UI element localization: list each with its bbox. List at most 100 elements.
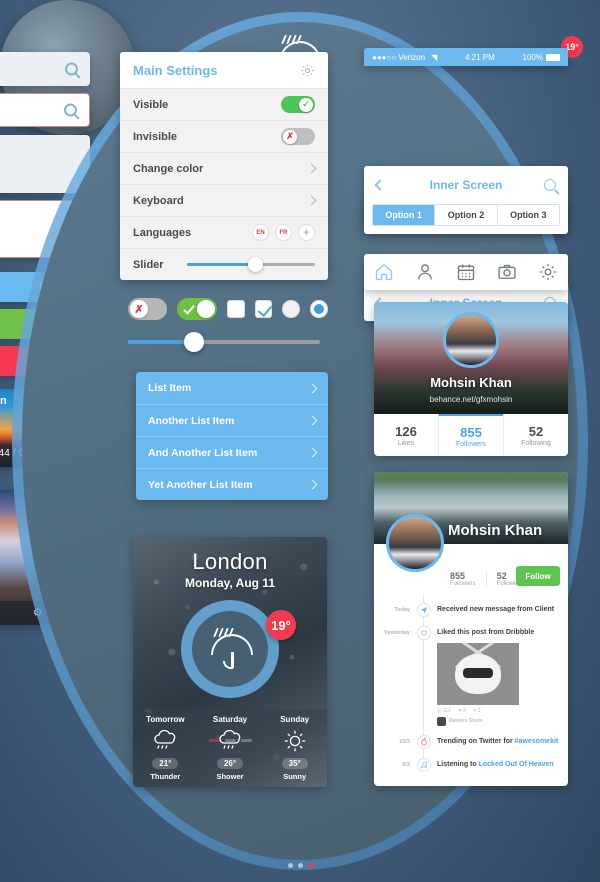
- toggle-switch-off[interactable]: ✗: [128, 298, 168, 320]
- clock-label: 4:21 PM: [464, 52, 495, 62]
- chevron-right-icon: [306, 163, 317, 174]
- search-icon[interactable]: [544, 179, 556, 191]
- cover-photo: Mohsin Khan behance.net/gfxmohsin: [374, 302, 568, 414]
- language-badges: EN FR +: [252, 224, 315, 241]
- settings-row-languages[interactable]: Languages EN FR +: [120, 216, 328, 248]
- screen-title: Inner Screen: [429, 178, 503, 192]
- slider-fill: [128, 340, 192, 344]
- forecast-temp: 35°: [281, 758, 308, 769]
- follow-button[interactable]: Follow: [516, 566, 560, 586]
- likes-count: ♥ 8: [458, 707, 466, 714]
- heart-icon: [417, 626, 431, 640]
- forecast-day: Saturday: [212, 715, 248, 724]
- big-slider-track[interactable]: [128, 332, 320, 352]
- toggle-switch-on[interactable]: [177, 298, 217, 320]
- home-icon[interactable]: [374, 262, 394, 282]
- feed-item[interactable]: 15/3 Trending on Twitter for #awesomekit: [382, 734, 560, 749]
- settings-row-change-color[interactable]: Change color: [120, 152, 328, 184]
- stat-followers[interactable]: 855 Followers: [438, 414, 503, 456]
- stat-label: Followers: [450, 581, 476, 587]
- feed-item[interactable]: Today Received new message from Client: [382, 602, 560, 617]
- toggle-visible[interactable]: ✓: [281, 96, 315, 113]
- feed-text: Received new message from Client: [437, 606, 555, 613]
- main-settings-panel: Main Settings Visible ✓ Invisible ✗ Chan…: [120, 52, 328, 280]
- weather-city: London: [0, 73, 600, 87]
- forecast-day: Sunday: [280, 715, 310, 724]
- settings-row-slider[interactable]: Slider: [120, 248, 328, 280]
- forecast-column[interactable]: Sunday 35° Sunny: [262, 709, 327, 787]
- tab-option-1[interactable]: Option 1: [373, 205, 435, 225]
- feed-item[interactable]: Yesterday Liked this post from Dribbble …: [382, 625, 560, 726]
- tab-option-3[interactable]: Option 3: [496, 205, 559, 225]
- stat-value: 126: [395, 423, 417, 439]
- feed-link[interactable]: #awesomekit: [515, 738, 559, 745]
- list-item[interactable]: List Item: [136, 372, 328, 404]
- weather-date: Monday, Aug 11: [184, 576, 275, 590]
- list-item-label: Another List Item: [148, 414, 235, 427]
- add-language-button[interactable]: +: [298, 224, 315, 241]
- radio-selected[interactable]: [310, 300, 328, 318]
- feed-text-body: Listening to: [437, 760, 479, 768]
- profile-name: Mohsin Khan: [430, 375, 512, 390]
- video-title: Sun: [0, 395, 7, 407]
- page-title: Main Settings: [133, 62, 218, 78]
- user-icon[interactable]: [415, 262, 435, 282]
- raiders-helmet-image[interactable]: [437, 642, 519, 705]
- feed-text-body: Trending on Twitter for: [437, 737, 515, 745]
- feed-text: Listening to Locked Out Of Heaven: [437, 757, 554, 770]
- battery-label: 100%: [522, 52, 543, 62]
- settings-row-keyboard[interactable]: Keyboard: [120, 184, 328, 216]
- settings-slider-track[interactable]: [187, 257, 315, 272]
- camera-icon[interactable]: [497, 262, 517, 282]
- settings-row-invisible[interactable]: Invisible ✗: [120, 120, 328, 152]
- chevron-left-icon[interactable]: [374, 179, 386, 191]
- author-avatar: [437, 716, 446, 726]
- radio-unselected[interactable]: [282, 300, 301, 318]
- checkbox-unchecked[interactable]: [226, 300, 245, 318]
- controls-row: ✗: [128, 298, 328, 320]
- segmented-control: Option 1 Option 2 Option 3: [372, 204, 560, 226]
- slider-knob[interactable]: [248, 257, 264, 272]
- feed-link[interactable]: Locked Out Of Heaven: [479, 761, 554, 768]
- toggle-knob: ✓: [299, 97, 313, 112]
- settings-row-visible[interactable]: Visible ✓: [120, 88, 328, 120]
- profile-card-1: Mohsin Khan behance.net/gfxmohsin 126 Li…: [374, 302, 568, 456]
- slider-knob[interactable]: [183, 332, 204, 352]
- toggle-invisible[interactable]: ✗: [281, 128, 315, 145]
- inner-screen-2: Inner Screen Option 1 Option 2 Option 3: [364, 166, 568, 234]
- forecast-column[interactable]: Tomorrow 21° Thunder: [133, 709, 198, 787]
- sun-icon: [283, 728, 307, 754]
- stat-value: 855: [460, 424, 482, 440]
- list-item[interactable]: Yet Another List Item: [136, 468, 328, 500]
- profile-name: Mohsin Khan: [448, 522, 543, 539]
- language-badge-fr[interactable]: FR: [275, 224, 292, 241]
- forecast-column[interactable]: Saturday 26° Shower: [198, 709, 263, 787]
- music-icon: [417, 757, 431, 772]
- weather-forecast: Tomorrow 21° Thunder Saturday 26° Shower…: [133, 709, 327, 787]
- list-item-label: Yet Another List Item: [148, 478, 253, 491]
- stat-following[interactable]: 52 Following: [503, 414, 568, 456]
- language-badge-en[interactable]: EN: [252, 224, 269, 241]
- search-field-2[interactable]: [0, 93, 90, 127]
- tab-option-2[interactable]: Option 2: [434, 205, 497, 225]
- calendar-icon[interactable]: [456, 262, 476, 282]
- feed-item[interactable]: 6/3 Listening to Locked Out Of Heaven: [382, 757, 560, 772]
- comments-count: ▾ 3: [473, 707, 481, 714]
- cloud-rain-icon: [217, 728, 243, 754]
- inner-screen-2-header: Inner Screen: [364, 166, 568, 204]
- gear-icon[interactable]: [300, 63, 315, 78]
- stat-value: 52: [528, 423, 544, 439]
- checkbox-checked[interactable]: [254, 300, 273, 318]
- chevron-right-icon: [307, 415, 318, 426]
- gear-icon[interactable]: [538, 262, 558, 282]
- row-label: Visible: [133, 98, 169, 111]
- cloud-rain-icon: [152, 728, 178, 754]
- list-item[interactable]: Another List Item: [136, 404, 328, 436]
- feed-text: Trending on Twitter for #awesomekit: [437, 734, 558, 747]
- list-item[interactable]: And Another List Item: [136, 436, 328, 468]
- image-author[interactable]: Raiders Shots: [437, 716, 534, 726]
- forecast-day: Tomorrow: [146, 715, 185, 724]
- stat-likes[interactable]: 126 Likes: [374, 414, 438, 456]
- stat-followers[interactable]: 855 Followers: [450, 571, 487, 587]
- profile-card-2: Mohsin Khan 855 Followers 52 Following F…: [374, 472, 568, 786]
